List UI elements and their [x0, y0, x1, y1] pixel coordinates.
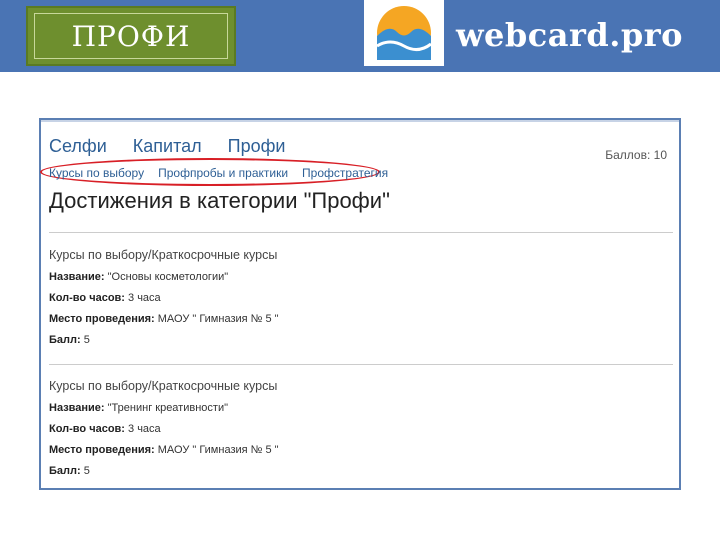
nav-item-kapital[interactable]: Капитал — [133, 136, 202, 157]
panel-top-border — [41, 120, 679, 122]
score-label: Баллов: 10 — [605, 148, 667, 162]
entry-hours-row: Кол-во часов: 3 часа — [49, 423, 279, 435]
entry-hours-row: Кол-во часов: 3 часа — [49, 292, 279, 304]
entry-hours-label: Кол-во часов: — [49, 292, 125, 304]
entry-place-row: Место проведения: МАОУ " Гимназия № 5 " — [49, 313, 279, 325]
subnav-item-practice[interactable]: Профпробы и практики — [158, 166, 288, 180]
entry-points-label: Балл: — [49, 465, 81, 477]
divider — [49, 232, 673, 233]
entry-hours-value: 3 часа — [128, 423, 161, 435]
webcard-logo — [364, 0, 444, 66]
entry-points-label: Балл: — [49, 334, 81, 346]
entry-place-label: Место проведения: — [49, 444, 155, 456]
entry-place-value: МАОУ " Гимназия № 5 " — [157, 444, 279, 456]
entry-points-row: Балл: 5 — [49, 465, 279, 477]
entry-place-label: Место проведения: — [49, 313, 155, 325]
nav-item-selfi[interactable]: Селфи — [49, 136, 107, 157]
subnav-item-courses[interactable]: Курсы по выбору — [49, 166, 144, 180]
entry-hours-label: Кол-во часов: — [49, 423, 125, 435]
entry-category: Курсы по выбору/Краткосрочные курсы — [49, 379, 278, 393]
top-banner: ПРОФИ webcard.pro — [0, 0, 720, 72]
webcard-logo-icon — [364, 0, 444, 66]
entry-place-row: Место проведения: МАОУ " Гимназия № 5 " — [49, 444, 279, 456]
entry-name-label: Название: — [49, 402, 105, 414]
entry-name-value: "Тренинг креативности" — [107, 402, 228, 414]
category-nav: Селфи Капитал Профи — [49, 136, 285, 157]
entry-category: Курсы по выбору/Краткосрочные курсы — [49, 248, 278, 262]
nav-item-profi[interactable]: Профи — [228, 136, 286, 157]
entry-points-value: 5 — [83, 334, 90, 346]
profi-badge-title: ПРОФИ — [71, 19, 191, 53]
profi-badge-frame: ПРОФИ — [34, 13, 228, 59]
achievement-entry: Курсы по выбору/Краткосрочные курсы Назв… — [49, 379, 279, 486]
entry-name-row: Название: "Основы косметологии" — [49, 271, 279, 283]
achievements-screenshot: Селфи Капитал Профи Баллов: 10 Курсы по … — [39, 118, 681, 490]
subnav-item-strategy[interactable]: Профстратегия — [302, 166, 388, 180]
page-title: Достижения в категории "Профи" — [49, 188, 390, 213]
brand-name: webcard.pro — [456, 16, 683, 54]
entry-points-value: 5 — [83, 465, 90, 477]
achievement-entry: Курсы по выбору/Краткосрочные курсы Назв… — [49, 248, 279, 355]
divider — [49, 364, 673, 365]
entry-points-row: Балл: 5 — [49, 334, 279, 346]
entry-hours-value: 3 часа — [128, 292, 161, 304]
entry-name-value: "Основы косметологии" — [107, 271, 229, 283]
entry-place-value: МАОУ " Гимназия № 5 " — [157, 313, 279, 325]
entry-name-label: Название: — [49, 271, 105, 283]
profi-badge: ПРОФИ — [26, 6, 236, 66]
subcategory-nav: Курсы по выбору Профпробы и практики Про… — [49, 166, 388, 180]
entry-name-row: Название: "Тренинг креативности" — [49, 402, 279, 414]
